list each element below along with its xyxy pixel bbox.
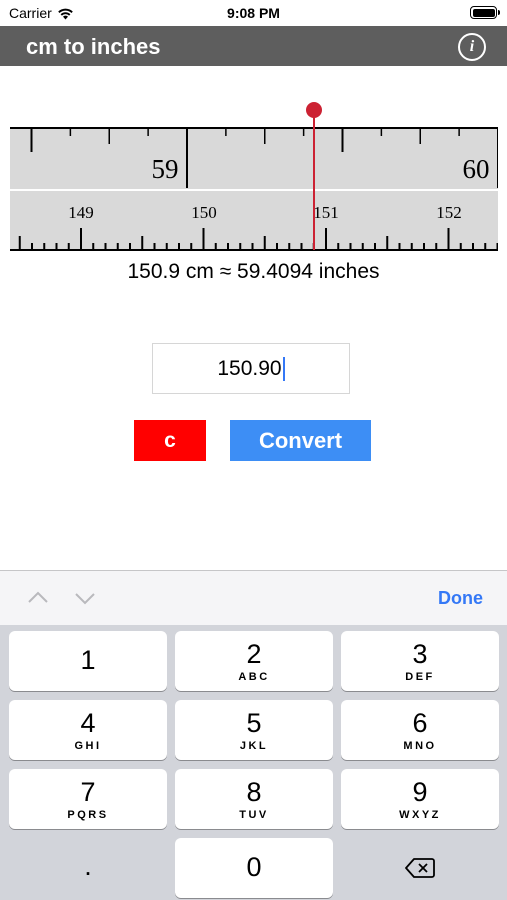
key-9-letters: WXYZ [399,809,441,821]
key-5[interactable]: 5 JKL [175,700,333,760]
key-3-digit: 3 [412,639,428,669]
clear-button[interactable]: c [134,420,206,461]
backspace-key[interactable] [341,838,499,898]
cm-label-151: 151 [313,203,339,222]
key-5-letters: JKL [239,740,269,752]
convert-button[interactable]: Convert [230,420,371,461]
key-8-letters: TUV [239,809,269,821]
key-6-letters: MNO [403,740,437,752]
key-0-digit: 0 [246,852,262,882]
key-4-digit: 4 [80,708,96,738]
battery-icon [470,6,500,19]
ruler[interactable]: 59 60 149 150 151 152 [10,100,498,254]
chevron-up-icon[interactable] [27,587,49,609]
key-3-letters: DEF [405,671,435,683]
cm-label-152: 152 [436,203,462,222]
key-7[interactable]: 7 PQRS [9,769,167,829]
nav-bar: cm to inches [0,26,507,66]
key-1-digit: 1 [80,645,96,675]
chevron-down-icon[interactable] [74,587,96,609]
key-6-digit: 6 [412,708,428,738]
cm-input-value: 150.90 [217,356,282,380]
info-button[interactable]: i [458,33,486,61]
key-8-digit: 8 [246,777,262,807]
key-decimal-point[interactable]: . [9,838,167,898]
key-9[interactable]: 9 WXYZ [341,769,499,829]
delete-backward-icon [405,858,435,878]
cm-label-149: 149 [68,203,94,222]
key-2-letters: ABC [238,671,270,683]
conversion-result: 150.9 cm ≈ 59.4094 inches [127,260,380,283]
key-7-digit: 7 [80,777,96,807]
battery-level [472,8,495,17]
text-cursor [282,356,285,381]
key-7-letters: PQRS [67,809,109,821]
key-3[interactable]: 3 DEF [341,631,499,691]
status-bar: Carrier 9:08 PM [0,0,507,26]
key-1[interactable]: 1 [9,631,167,691]
key-2-digit: 2 [246,639,262,669]
key-0[interactable]: 0 [175,838,333,898]
page-title: cm to inches [26,34,161,59]
key-4[interactable]: 4 GHI [9,700,167,760]
key-9-digit: 9 [412,777,428,807]
key-4-letters: GHI [74,740,102,752]
keyboard-accessory-bar: Done [0,570,507,625]
key-5-digit: 5 [246,708,262,738]
key-2[interactable]: 2 ABC [175,631,333,691]
key-6[interactable]: 6 MNO [341,700,499,760]
numeric-keyboard: Done 1 2 ABC 3 DEF 4 GHI 5 JKL 6 MNO 7 P… [0,570,507,900]
cm-label-150: 150 [191,203,217,222]
inch-label-59: 59 [152,154,179,184]
cm-input-field[interactable]: 150.90 [152,343,350,394]
key-8[interactable]: 8 TUV [175,769,333,829]
done-button[interactable]: Done [438,588,483,609]
ruler-marker-knob[interactable] [306,102,322,118]
inch-label-60: 60 [463,154,490,184]
status-time: 9:08 PM [227,5,280,21]
